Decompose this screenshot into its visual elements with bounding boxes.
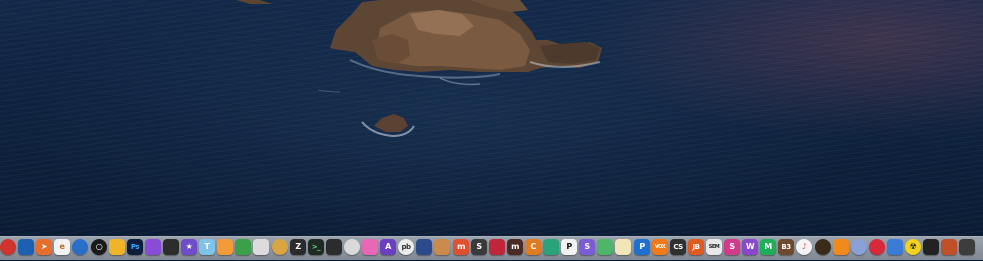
pulse-icon[interactable] [923,239,939,255]
red-target-icon[interactable] [869,239,885,255]
ox-app-icon[interactable] [543,239,559,255]
film-clapper-icon[interactable] [163,239,179,255]
rock-island [236,0,602,138]
shield-app-icon[interactable] [959,239,975,255]
photos-color-icon[interactable] [109,239,125,255]
s-dark-icon[interactable]: S [471,239,487,255]
music-note-icon[interactable]: ♪ [796,239,812,255]
pink-s-icon[interactable]: S [724,239,740,255]
z-app-icon[interactable]: Z [290,239,306,255]
pages-icon[interactable] [217,239,233,255]
cs-icon[interactable]: CS [670,239,686,255]
vox-icon[interactable]: VOX [652,239,668,255]
jb-icon[interactable]: JB [688,239,704,255]
green-m-icon[interactable]: M [760,239,776,255]
black-circle-icon[interactable]: ○ [91,239,107,255]
radiation-icon[interactable]: ☢ [905,239,921,255]
screen-app-icon[interactable] [416,239,432,255]
mm-app-icon[interactable]: m [453,239,469,255]
notepad-icon[interactable] [615,239,631,255]
dock-icons-container: ➤ e ○ Ps ★ T Z >_ Apb m Sm C P S P VOX CS JB SEM S W M B3 ♪ ☢ [0,237,983,261]
desktop-wallpaper [0,0,983,236]
red-swirl-icon[interactable] [489,239,505,255]
a-triangle-icon[interactable]: A [380,239,396,255]
bar-chart-icon[interactable] [235,239,251,255]
piano-keys-icon[interactable] [326,239,342,255]
cube-icon[interactable] [253,239,269,255]
w-purple-icon[interactable]: W [742,239,758,255]
b3-icon[interactable]: B3 [778,239,794,255]
green-leaf-icon[interactable] [597,239,613,255]
red-dot-icon[interactable] [0,239,16,255]
c-orange-icon[interactable]: C [525,239,541,255]
dock: ➤ e ○ Ps ★ T Z >_ Apb m Sm C P S P VOX CS JB SEM S W M B3 ♪ ☢ [0,236,983,260]
blue-p-icon[interactable]: P [634,239,650,255]
photoshop-icon[interactable]: Ps [127,239,143,255]
blue-square-app-icon[interactable] [18,239,34,255]
vlc-cone-icon[interactable] [833,239,849,255]
speaker-icon[interactable] [815,239,831,255]
pink-folder-icon[interactable] [362,239,378,255]
books-shelf-icon[interactable] [434,239,450,255]
gradient-app-icon[interactable] [145,239,161,255]
fan-icon[interactable] [941,239,957,255]
pb-app-icon[interactable]: pb [398,239,414,255]
alien-ship-icon[interactable] [851,239,867,255]
pen-tool-icon[interactable]: T [199,239,215,255]
p-white-icon[interactable]: P [561,239,577,255]
terminal-icon[interactable]: >_ [308,239,324,255]
m-dark-icon[interactable]: m [507,239,523,255]
gauge-icon[interactable] [344,239,360,255]
audio-wave-icon[interactable] [887,239,903,255]
paper-plane-icon[interactable]: ➤ [36,239,52,255]
star-icon[interactable]: ★ [181,239,197,255]
s-purple-icon[interactable]: S [579,239,595,255]
e-app-icon[interactable]: e [54,239,70,255]
coin-icon[interactable] [272,239,288,255]
finder-round-icon[interactable] [72,239,88,255]
sem-icon[interactable]: SEM [706,239,722,255]
